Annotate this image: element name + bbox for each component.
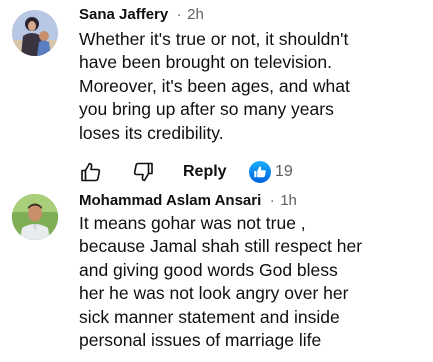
comment-text-line: personal issues of marriage life bbox=[79, 330, 322, 351]
comment-text-line: Moreover, it's been ages, and what bbox=[79, 75, 350, 96]
comment-text-line: have been brought on television. bbox=[79, 52, 332, 73]
comment-header: Mohammad Aslam Ansari · 1h bbox=[79, 190, 297, 212]
comment-header: Sana Jaffery · 2h bbox=[79, 4, 204, 26]
avatar-image bbox=[12, 194, 58, 240]
comment-text-line: because Jamal shah still respect her bbox=[79, 236, 363, 257]
comment-text-line: and giving good words God bless bbox=[79, 259, 338, 280]
comment-text: It means gohar was not true , because Ja… bbox=[79, 212, 419, 352]
author-name[interactable]: Mohammad Aslam Ansari bbox=[79, 192, 261, 209]
comment-text: Whether it's true or not, it shouldn't h… bbox=[79, 28, 419, 145]
comment-text-line: sick manner statement and inside bbox=[79, 306, 340, 327]
comment-text-line: loses its credibility. bbox=[79, 122, 224, 143]
timestamp[interactable]: 2h bbox=[187, 6, 204, 23]
thumbs-down-icon[interactable] bbox=[131, 160, 155, 184]
separator-dot: · bbox=[269, 192, 275, 209]
comment-text-line: It means gohar was not true , bbox=[79, 213, 306, 233]
comment-text-line: her he was not look angry over her bbox=[79, 283, 349, 304]
avatar[interactable] bbox=[12, 194, 58, 240]
timestamp[interactable]: 1h bbox=[280, 192, 297, 209]
comment-text-line: Whether it's true or not, it shouldn't bbox=[79, 29, 349, 49]
comment-text-line: you bring up after so many years bbox=[79, 99, 334, 120]
like-reaction-icon bbox=[249, 161, 271, 183]
comment: Mohammad Aslam Ansari · 1h It means goha… bbox=[0, 190, 433, 362]
separator-dot: · bbox=[176, 6, 182, 23]
comment: Sana Jaffery · 2h Whether it's true or n… bbox=[0, 0, 433, 190]
author-name[interactable]: Sana Jaffery bbox=[79, 6, 168, 23]
reply-button[interactable]: Reply bbox=[179, 160, 231, 184]
avatar[interactable] bbox=[12, 10, 58, 56]
comment-actions: Reply 19 bbox=[79, 159, 379, 185]
reaction-count: 19 bbox=[275, 163, 293, 180]
avatar-image bbox=[12, 10, 58, 56]
thumbs-up-icon[interactable] bbox=[79, 160, 103, 184]
